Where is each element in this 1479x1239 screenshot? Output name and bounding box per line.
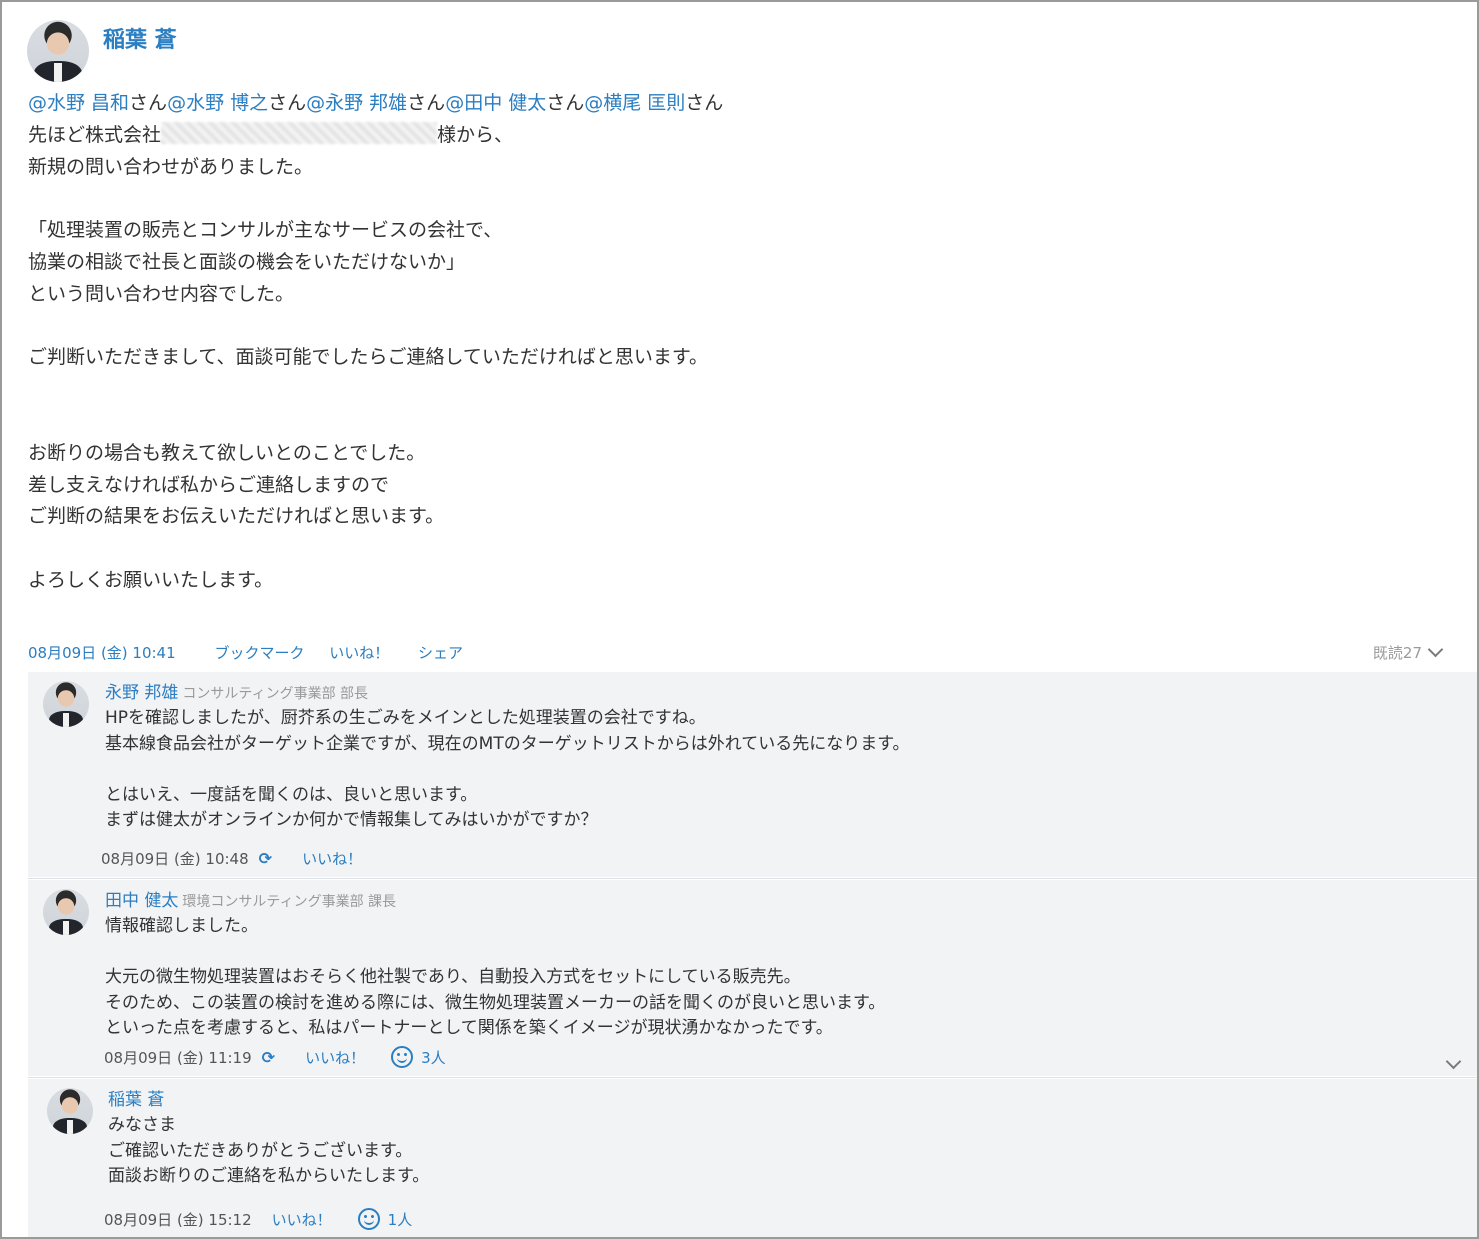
comment-meta: 08月09日 (金) 15:12 いいね！ 1人: [104, 1208, 412, 1230]
like-button[interactable]: いいね！: [329, 644, 389, 662]
comment-timestamp[interactable]: 08月09日 (金) 10:48: [101, 850, 249, 868]
comment: 田中 健太 環境コンサルティング事業部 課長 情報確認しました。大元の微生物処理装…: [28, 880, 1477, 1076]
text-line: 面談お断りのご連絡を私からいたします。: [108, 1166, 430, 1186]
like-button[interactable]: いいね！: [305, 1049, 365, 1067]
comment-meta: 08月09日 (金) 10:48 ⟳ いいね！: [101, 848, 362, 869]
reaction-count[interactable]: 3人: [421, 1049, 446, 1067]
mention-suffix: さん: [685, 92, 724, 114]
text-line: よろしくお願いいたします。: [28, 568, 274, 591]
author-avatar[interactable]: [27, 20, 89, 82]
text-line: [105, 940, 885, 966]
mention-suffix: さん: [407, 92, 446, 114]
comment-header: 田中 健太 環境コンサルティング事業部 課長: [105, 886, 396, 911]
comment-body: HPを確認しましたが、厨芥系の生ごみをメインとした処理装置の会社ですね。基本線食…: [105, 706, 910, 834]
comment-author-name[interactable]: 田中 健太: [105, 891, 178, 911]
comment-avatar[interactable]: [47, 1088, 93, 1134]
read-count[interactable]: 既読27: [1372, 641, 1444, 663]
mention-suffix: さん: [268, 92, 307, 114]
share-button[interactable]: シェア: [418, 644, 463, 662]
redacted-company-name: [161, 121, 438, 144]
comment-divider: [28, 878, 1477, 879]
mention-link[interactable]: @横尾 匡則: [584, 92, 685, 114]
comment-header: 稲葉 蒼: [108, 1085, 164, 1110]
text-line: 新規の問い合わせがありました。: [28, 155, 314, 178]
smile-icon[interactable]: [357, 1208, 380, 1230]
like-button[interactable]: いいね！: [302, 850, 362, 868]
text-line: ご判断いただきまして、面談可能でしたらご連絡していただければと思います。: [28, 346, 709, 369]
text-line: [105, 757, 910, 783]
text-line: お断りの場合も教えて欲しいとのことでした。: [28, 441, 426, 464]
text-line: HPを確認しましたが、厨芥系の生ごみをメインとした処理装置の会社ですね。: [105, 708, 706, 728]
mention-link[interactable]: @田中 健太: [445, 92, 546, 114]
text-line: という問い合わせ内容でした。: [28, 282, 295, 305]
mention-link[interactable]: @水野 博之: [167, 92, 268, 114]
text-line: [28, 311, 723, 343]
comment-author-name[interactable]: 稲葉 蒼: [108, 1090, 164, 1110]
text-line: [28, 374, 723, 406]
comment-divider: [28, 1077, 1477, 1078]
post-meta: 08月09日 (金) 10:41 ブックマーク いいね！ シェア: [28, 642, 493, 663]
text-line: 差し支えなければ私からご連絡しますので: [28, 473, 390, 496]
read-count-label: 既読27: [1372, 644, 1422, 662]
post-body: @水野 昌和さん@水野 博之さん@永野 邦雄さん@田中 健太さん@横尾 匡則さん…: [28, 88, 723, 597]
post-author-name[interactable]: 稲葉 蒼: [103, 22, 177, 54]
comment-timestamp[interactable]: 08月09日 (金) 15:12: [104, 1211, 252, 1229]
comment-timestamp[interactable]: 08月09日 (金) 11:19: [104, 1049, 252, 1067]
text-line: 情報確認しました。: [105, 916, 258, 936]
text-line: といった点を考慮すると、私はパートナーとして関係を築くイメージが現状湧かなかった…: [105, 1018, 833, 1038]
text-line: 基本線食品会社がターゲット企業ですが、現在のMTのターゲットリストからは外れてい…: [105, 733, 910, 754]
comment-body: みなさまご確認いただきありがとうございます。 面談お断りのご連絡を私からいたします…: [108, 1113, 429, 1190]
reaction-count[interactable]: 1人: [388, 1211, 413, 1229]
comment-header: 永野 邦雄 コンサルティング事業部 部長: [105, 678, 368, 703]
comment: 稲葉 蒼 みなさまご確認いただきありがとうございます。 面談お断りのご連絡を私から…: [28, 1079, 1477, 1237]
comment-avatar[interactable]: [43, 681, 89, 727]
text-line: そのため、この装置の検討を進める際には、微生物処理装置メーカーの話を聞くのが良い…: [105, 992, 886, 1013]
text-line: みなさま: [108, 1115, 176, 1135]
smile-icon[interactable]: [391, 1046, 414, 1068]
chevron-down-icon[interactable]: [1427, 641, 1444, 658]
comment-avatar[interactable]: [43, 889, 89, 935]
company-prefix: 先ほど株式会社: [28, 123, 162, 146]
company-suffix: 様から、: [437, 123, 514, 146]
mention-suffix: さん: [129, 92, 168, 114]
chevron-down-icon[interactable]: [1445, 1053, 1462, 1070]
text-line: [28, 183, 723, 215]
post-frame: 稲葉 蒼 @水野 昌和さん@水野 博之さん@永野 邦雄さん@田中 健太さん@横尾…: [0, 0, 1479, 1239]
text-line: ご判断の結果をお伝えいただければと思います。: [28, 505, 445, 528]
comment-author-dept: コンサルティング事業部 部長: [182, 686, 369, 702]
comment-author-name[interactable]: 永野 邦雄: [105, 683, 178, 703]
comment-body: 情報確認しました。大元の微生物処理装置はおそらく他社製であり、自動投入方式をセッ…: [105, 914, 885, 1042]
text-line: [28, 406, 723, 438]
bookmark-button[interactable]: ブックマーク: [214, 644, 304, 662]
mention-link[interactable]: @水野 昌和: [28, 92, 129, 114]
sync-icon[interactable]: ⟳: [259, 849, 272, 868]
post-timestamp[interactable]: 08月09日 (金) 10:41: [28, 644, 176, 662]
sync-icon[interactable]: ⟳: [262, 1048, 275, 1067]
text-line: とはいえ、一度話を聞くのは、良いと思います。: [105, 784, 478, 805]
comment-list: 永野 邦雄 コンサルティング事業部 部長 HPを確認しましたが、厨芥系の生ごみをメ…: [28, 672, 1477, 1237]
comment-author-dept: 環境コンサルティング事業部 課長: [182, 894, 397, 910]
mention-suffix: さん: [546, 92, 585, 114]
mention-line: @水野 昌和さん@水野 博之さん@永野 邦雄さん@田中 健太さん@横尾 匡則さん: [28, 88, 723, 120]
company-line: 先ほど株式会社 様から、: [28, 120, 723, 152]
text-line: [28, 533, 723, 565]
text-line: 大元の微生物処理装置はおそらく他社製であり、自動投入方式をセットにしている販売先…: [105, 967, 801, 987]
text-line: ご確認いただきありがとうございます。: [108, 1140, 413, 1161]
text-line: 「処理装置の販売とコンサルが主なサービスの会社で、: [28, 219, 503, 242]
text-line: 協業の相談で社長と面談の機会をいただけないか」: [28, 250, 466, 273]
text-line: まずは健太がオンラインか何かで情報集してみはいかがですか？: [105, 810, 598, 830]
comment: 永野 邦雄 コンサルティング事業部 部長 HPを確認しましたが、厨芥系の生ごみをメ…: [28, 672, 1477, 877]
comment-meta: 08月09日 (金) 11:19 ⟳ いいね！ 3人: [104, 1046, 446, 1068]
like-button[interactable]: いいね！: [272, 1211, 332, 1229]
mention-link[interactable]: @永野 邦雄: [306, 92, 407, 114]
